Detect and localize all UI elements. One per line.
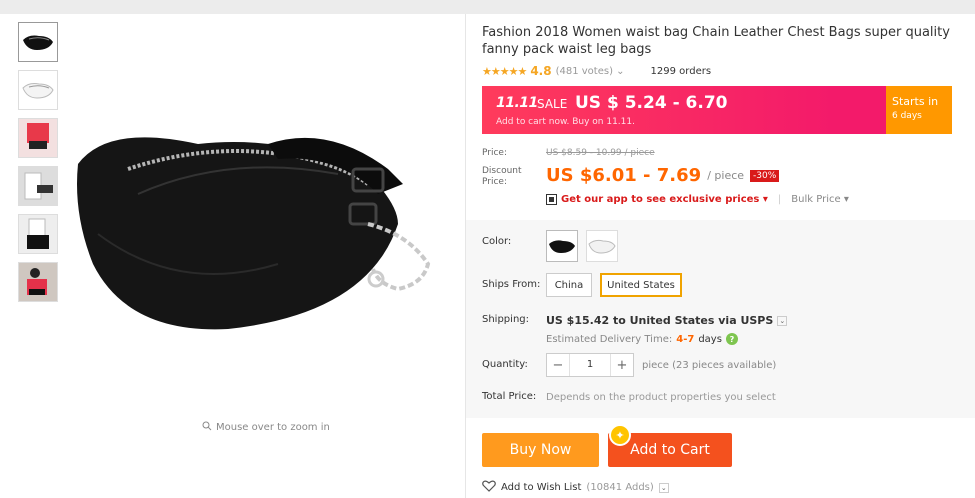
stock-available: piece (23 pieces available) bbox=[642, 360, 777, 371]
zoom-hint-text: Mouse over to zoom in bbox=[216, 422, 330, 433]
app-promo-row: Get our app to see exclusive prices ▾ | … bbox=[546, 194, 849, 205]
gallery-panel: Mouse over to zoom in bbox=[8, 14, 466, 498]
sale-banner: 11.11 SALE US $ 5.24 - 6.70 Add to cart … bbox=[482, 86, 952, 134]
discount-label-line1: Discount bbox=[482, 166, 522, 176]
separator: | bbox=[777, 194, 782, 205]
chevron-down-icon: ⌄ bbox=[658, 482, 669, 493]
chevron-down-icon: ⌄ bbox=[616, 65, 625, 77]
thumb-model-1[interactable] bbox=[18, 166, 58, 206]
product-title: Fashion 2018 Women waist bag Chain Leath… bbox=[482, 25, 950, 57]
qr-code-icon bbox=[546, 194, 557, 205]
wishlist-row[interactable]: Add to Wish List (10841 Adds) ⌄ bbox=[482, 480, 669, 495]
wishlist-label: Add to Wish List bbox=[501, 482, 582, 493]
discount-badge: -30% bbox=[750, 169, 780, 182]
price-label: Price: bbox=[482, 148, 507, 158]
shipping-value: US $15.42 to United States via USPS bbox=[546, 314, 774, 327]
ship-from-china[interactable]: China bbox=[546, 273, 592, 297]
buy-now-button[interactable]: Buy Now bbox=[482, 433, 599, 467]
thumb-red-outfit[interactable] bbox=[18, 118, 58, 158]
bulk-price-link[interactable]: Bulk Price ▾ bbox=[791, 194, 849, 205]
orders-count: 1299 orders bbox=[650, 65, 712, 77]
price-unit: / piece bbox=[707, 169, 745, 182]
thumb-model-3[interactable] bbox=[18, 262, 58, 302]
sale-tag: 11.11 bbox=[496, 95, 538, 111]
votes-text: (481 votes) bbox=[555, 65, 613, 77]
thumb-white-bag[interactable] bbox=[18, 70, 58, 110]
chevron-down-icon: ▾ bbox=[762, 194, 768, 205]
star-rating-icon: ★★★★★ bbox=[482, 64, 527, 78]
thumb-black-bag[interactable] bbox=[18, 22, 58, 62]
shipping-method[interactable]: US $15.42 to United States via USPS ⌄ bbox=[546, 314, 788, 327]
delivery-estimate: Estimated Delivery Time: 4-7 days ? bbox=[546, 333, 738, 345]
votes-link[interactable]: (481 votes) ⌄ bbox=[556, 66, 625, 77]
quantity-increase-button[interactable]: + bbox=[611, 358, 633, 373]
ship-from-united-states[interactable]: United States bbox=[600, 273, 682, 297]
cart-badge-icon: ✦ bbox=[609, 424, 631, 446]
zoom-hint: Mouse over to zoom in bbox=[202, 421, 330, 434]
color-swatch-black[interactable] bbox=[546, 230, 578, 262]
sale-note: Add to cart now. Buy on 11.11. bbox=[496, 117, 635, 127]
product-main-image[interactable] bbox=[68, 114, 460, 354]
rating-row: ★★★★★ 4.8 (481 votes) ⌄ 1299 orders bbox=[482, 64, 711, 78]
product-details: Fashion 2018 Women waist bag Chain Leath… bbox=[466, 14, 975, 498]
ships-from-label: Ships From: bbox=[482, 279, 541, 290]
color-label: Color: bbox=[482, 236, 512, 247]
thumbnail-list bbox=[18, 22, 58, 310]
starts-days: 6 days bbox=[892, 111, 922, 121]
shipping-label: Shipping: bbox=[482, 314, 529, 325]
starts-label: Starts in bbox=[892, 95, 939, 108]
app-promo-link[interactable]: Get our app to see exclusive prices ▾ bbox=[561, 194, 768, 205]
discount-label-line2: Price: bbox=[482, 177, 507, 187]
delivery-unit: days bbox=[698, 333, 722, 345]
wishlist-count: (10841 Adds) bbox=[586, 482, 654, 493]
color-swatch-white[interactable] bbox=[586, 230, 618, 262]
sale-countdown: Starts in 6 days bbox=[886, 86, 952, 134]
discount-price: US $6.01 - 7.69 bbox=[546, 165, 702, 186]
chevron-down-icon: ▾ bbox=[843, 194, 849, 205]
total-price-label: Total Price: bbox=[482, 391, 537, 402]
quantity-label: Quantity: bbox=[482, 359, 528, 370]
discount-label: Discount Price: bbox=[482, 166, 522, 188]
quantity-input[interactable]: 1 bbox=[569, 354, 611, 376]
delivery-days: 4-7 bbox=[676, 333, 695, 345]
help-icon[interactable]: ? bbox=[725, 333, 738, 345]
quantity-decrease-button[interactable]: − bbox=[547, 358, 569, 373]
chevron-down-icon: ⌄ bbox=[777, 315, 788, 326]
delivery-label: Estimated Delivery Time: bbox=[546, 333, 673, 345]
sale-label: SALE bbox=[537, 97, 568, 111]
magnifier-icon bbox=[202, 421, 212, 434]
heart-icon bbox=[482, 480, 496, 495]
sale-price: US $ 5.24 - 6.70 bbox=[575, 93, 728, 113]
original-price: US $8.59 - 10.99 / piece bbox=[546, 148, 655, 158]
total-price-value: Depends on the product properties you se… bbox=[546, 392, 776, 403]
bulk-price-text: Bulk Price bbox=[791, 194, 841, 205]
top-bar bbox=[0, 0, 975, 14]
rating-score: 4.8 bbox=[530, 64, 552, 78]
thumb-model-2[interactable] bbox=[18, 214, 58, 254]
app-promo-text: Get our app to see exclusive prices bbox=[561, 194, 760, 205]
quantity-stepper: − 1 + bbox=[546, 353, 634, 377]
discount-price-row: US $6.01 - 7.69 / piece -30% bbox=[546, 165, 780, 186]
